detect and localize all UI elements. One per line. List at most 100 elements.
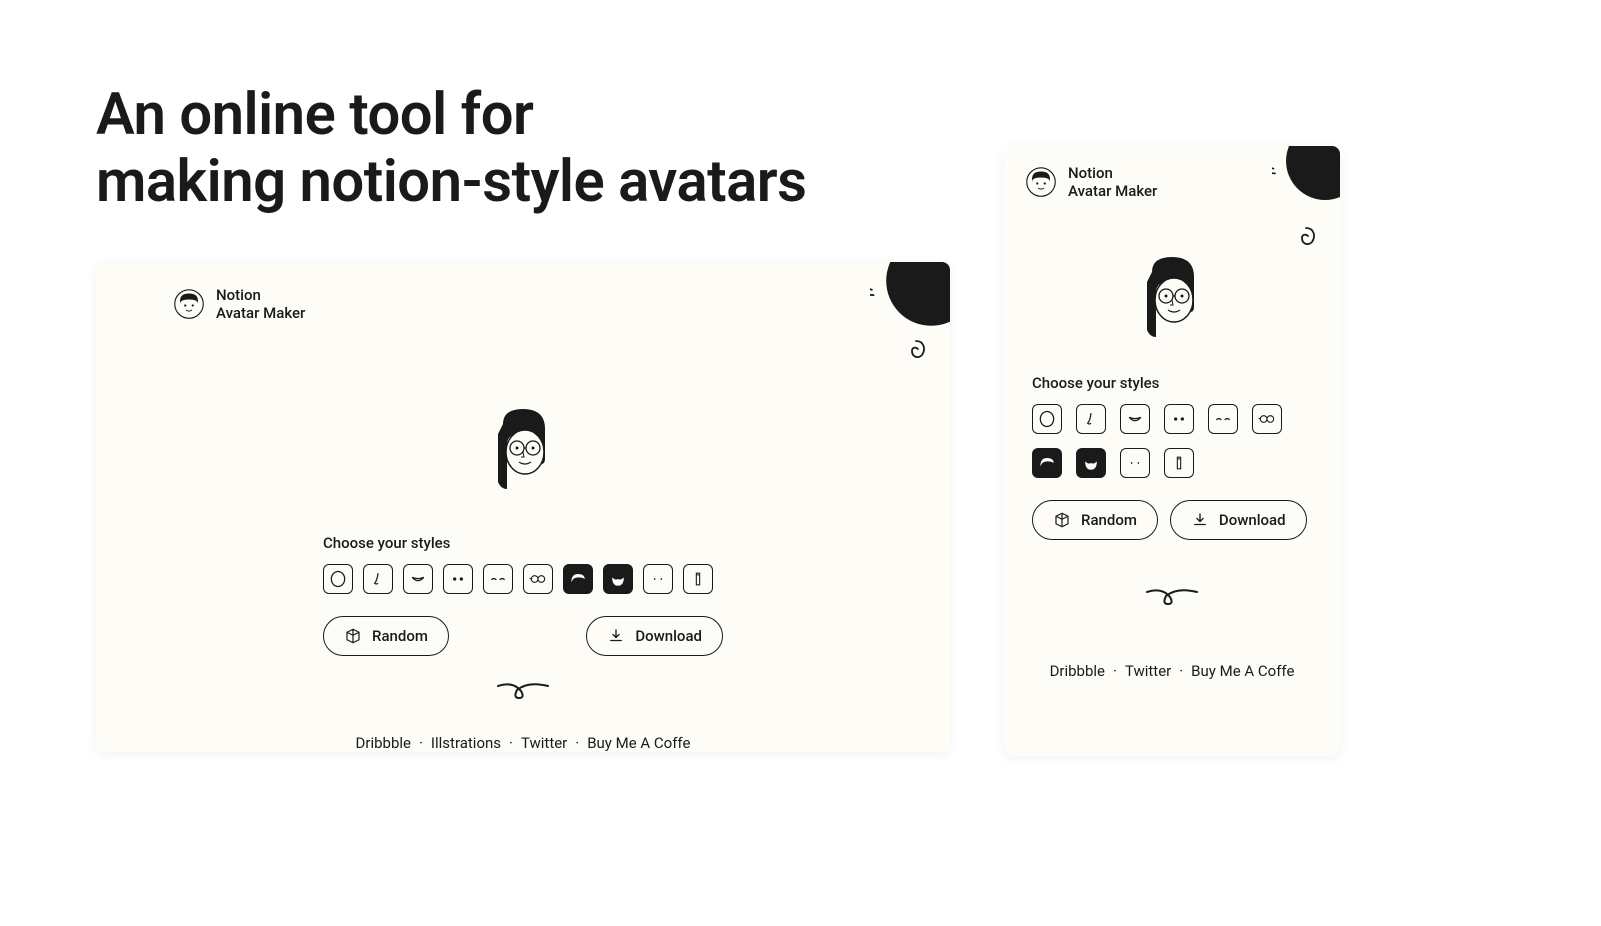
squiggle-icon <box>1142 582 1202 612</box>
footer-link-buymeacoffee[interactable]: Buy Me A Coffe <box>587 734 690 752</box>
random-button[interactable]: Random <box>323 616 449 656</box>
styles-row <box>323 564 723 594</box>
page-headline: An online tool for making notion-style a… <box>96 82 806 215</box>
logo-text-line2: Avatar Maker <box>216 304 305 322</box>
styles-section: Choose your styles <box>1032 374 1312 478</box>
footer-link-buymeacoffee[interactable]: Buy Me A Coffe <box>1191 662 1294 680</box>
doodle-divider <box>96 676 950 706</box>
face-shape-icon <box>1037 409 1057 429</box>
style-tile-details[interactable] <box>1120 448 1150 478</box>
footer-link-dribbble[interactable]: Dribbble <box>356 734 411 752</box>
doodle-divider <box>1004 582 1340 612</box>
cube-icon <box>1053 511 1071 529</box>
styles-row <box>1032 404 1312 478</box>
accessories-icon <box>1169 453 1189 473</box>
footer-link-illustrations[interactable]: Illstrations <box>431 734 501 752</box>
app-header: Notion Avatar Maker <box>96 262 950 346</box>
nose-icon <box>368 569 388 589</box>
style-tile-eyebrows[interactable] <box>483 564 513 594</box>
footer-link-twitter[interactable]: Twitter <box>521 734 567 752</box>
action-buttons-row: Random Download <box>1032 500 1312 540</box>
squiggle-icon <box>493 676 553 706</box>
style-tile-hair[interactable] <box>563 564 593 594</box>
styles-label: Choose your styles <box>323 534 723 552</box>
details-icon <box>1125 453 1145 473</box>
beard-icon <box>1081 453 1101 473</box>
glasses-icon <box>1257 409 1277 429</box>
corner-doodle-circle <box>870 262 950 342</box>
avatar-preview <box>1004 252 1340 352</box>
style-tile-face[interactable] <box>1032 404 1062 434</box>
corner-swirl-icon <box>902 337 930 365</box>
preview-card-desktop: Notion Avatar Maker Choose your styles <box>96 262 950 752</box>
accessories-icon <box>688 569 708 589</box>
avatar-preview <box>96 404 950 504</box>
style-tile-nose[interactable] <box>363 564 393 594</box>
beard-icon <box>608 569 628 589</box>
random-button-label: Random <box>1081 511 1137 529</box>
face-shape-icon <box>328 569 348 589</box>
style-tile-eyes[interactable] <box>1164 404 1194 434</box>
footer-link-dribbble[interactable]: Dribbble <box>1050 662 1105 680</box>
eyes-icon <box>1169 409 1189 429</box>
style-tile-glasses[interactable] <box>523 564 553 594</box>
style-tile-mouth[interactable] <box>1120 404 1150 434</box>
style-tile-eyes[interactable] <box>443 564 473 594</box>
style-tile-beard[interactable] <box>603 564 633 594</box>
logo-text: Notion Avatar Maker <box>1068 164 1157 200</box>
hair-icon <box>568 569 588 589</box>
footer-links-mobile: Dribbble · Twitter · Buy Me A Coffe <box>1004 662 1340 680</box>
logo-avatar-icon <box>174 289 204 319</box>
styles-section: Choose your styles <box>323 534 723 594</box>
style-tile-accessories[interactable] <box>1164 448 1194 478</box>
footer-sep: · <box>419 734 423 752</box>
random-button-label: Random <box>372 627 428 645</box>
footer-sep: · <box>1113 662 1117 680</box>
style-tile-mouth[interactable] <box>403 564 433 594</box>
details-icon <box>648 569 668 589</box>
logo-text-line1: Notion <box>216 286 305 304</box>
mouth-icon <box>408 569 428 589</box>
mouth-icon <box>1125 409 1145 429</box>
eyebrows-icon <box>488 569 508 589</box>
footer-link-twitter[interactable]: Twitter <box>1125 662 1171 680</box>
style-tile-glasses[interactable] <box>1252 404 1282 434</box>
style-tile-eyebrows[interactable] <box>1208 404 1238 434</box>
corner-swirl-icon <box>1292 224 1320 252</box>
eyebrows-icon <box>1213 409 1233 429</box>
glasses-icon <box>528 569 548 589</box>
footer-links-desktop: Dribbble · Illstrations · Twitter · Buy … <box>96 734 950 752</box>
download-button-label: Download <box>635 627 702 645</box>
footer-sep: · <box>509 734 513 752</box>
random-button[interactable]: Random <box>1032 500 1158 540</box>
download-button-label: Download <box>1219 511 1286 529</box>
logo-text-line2: Avatar Maker <box>1068 182 1157 200</box>
styles-label: Choose your styles <box>1032 374 1312 392</box>
download-button[interactable]: Download <box>1170 500 1307 540</box>
download-button[interactable]: Download <box>586 616 723 656</box>
download-icon <box>607 627 625 645</box>
preview-card-mobile: Notion Avatar Maker Choose your styles <box>1004 146 1340 756</box>
headline-line-2: making notion-style avatars <box>96 148 806 216</box>
avatar-preview-svg <box>1122 252 1222 352</box>
logo-text: Notion Avatar Maker <box>216 286 305 322</box>
style-tile-accessories[interactable] <box>683 564 713 594</box>
download-icon <box>1191 511 1209 529</box>
corner-doodle-circle <box>1272 146 1340 214</box>
logo-avatar-icon <box>1026 167 1056 197</box>
action-buttons-row: Random Download <box>323 616 723 656</box>
hair-icon <box>1037 453 1057 473</box>
eyes-icon <box>448 569 468 589</box>
style-tile-hair[interactable] <box>1032 448 1062 478</box>
style-tile-beard[interactable] <box>1076 448 1106 478</box>
headline-line-1: An online tool for <box>96 81 533 149</box>
cube-icon <box>344 627 362 645</box>
avatar-preview-svg <box>473 404 573 504</box>
nose-icon <box>1081 409 1101 429</box>
style-tile-details[interactable] <box>643 564 673 594</box>
footer-sep: · <box>575 734 579 752</box>
footer-sep: · <box>1179 662 1183 680</box>
style-tile-face[interactable] <box>323 564 353 594</box>
style-tile-nose[interactable] <box>1076 404 1106 434</box>
logo-text-line1: Notion <box>1068 164 1157 182</box>
